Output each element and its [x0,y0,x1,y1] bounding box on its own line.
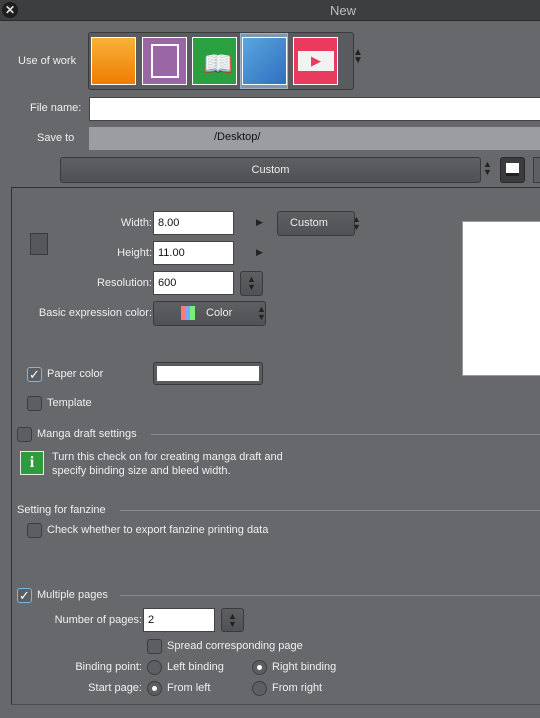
manga-draft-label: Manga draft settings [37,428,137,440]
multiple-pages-checkbox[interactable]: ✓ [17,588,32,603]
delete-preset-button[interactable] [533,157,540,183]
start-page-label: Start page: [88,682,142,694]
multiple-pages-label: Multiple pages [37,589,108,601]
panel-border-left [11,187,12,705]
height-input[interactable]: 11.00 [153,241,234,265]
save-to-field[interactable]: /Desktop/ [89,127,540,150]
right-binding-radio[interactable] [252,660,267,675]
from-right-label: From right [272,682,323,694]
basic-color-dropdown[interactable]: Color [153,301,266,326]
panel-bottom [11,704,540,705]
use-of-work-label: Use of work [18,55,77,67]
preset-value: Custom [251,164,290,176]
window-title: New [330,3,357,18]
width-label: Width: [120,217,152,229]
file-name-input[interactable] [89,97,540,121]
basic-color-value: Color [206,307,233,319]
preset-dropdown[interactable]: Custom [60,157,481,183]
spread-page-checkbox[interactable] [147,639,162,654]
basic-color-spinner-icon[interactable]: ▲ ▼ [257,305,266,322]
canvas-preview [462,221,540,376]
close-button[interactable]: ✕ [2,2,18,18]
comic-icon[interactable] [142,37,187,85]
divider [151,434,540,435]
resolution-input[interactable]: 600 [153,271,234,295]
from-right-radio[interactable] [252,681,267,696]
basic-color-label: Basic expression color: [38,307,152,319]
binding-point-label: Binding point: [75,661,142,673]
right-binding-label: Right binding [272,661,337,673]
unit-preset-spinner-icon[interactable]: ▲ ▼ [352,215,361,232]
unit-preset-dropdown[interactable]: Custom [277,211,355,236]
file-name-label: File name: [30,102,82,114]
manga-info-text: Turn this check on for creating manga dr… [52,451,283,477]
height-unit-arrow-icon[interactable]: ▶ [256,247,263,258]
width-input[interactable]: 8.00 [153,211,234,235]
book-icon[interactable]: 📖 [192,37,237,85]
number-of-pages-input[interactable]: 2 [143,608,215,632]
paper-color-checkbox[interactable]: ✓ [27,367,42,382]
number-of-pages-spinner[interactable]: ▲ ▼ [221,608,244,632]
divider [120,510,540,511]
orientation-button[interactable] [30,233,48,255]
spread-page-label: Spread corresponding page [167,640,303,652]
from-left-label: From left [167,682,211,694]
scroll-arrows-icon[interactable]: ▲ ▼ [353,48,363,66]
template-label: Template [47,397,92,409]
divider [120,595,540,596]
left-binding-label: Left binding [167,661,224,673]
save-to-label: Save to [37,132,75,144]
animation-icon[interactable]: ▶ [293,37,338,85]
fanzine-checkbox[interactable] [27,523,42,538]
illustration-icon[interactable] [91,37,136,85]
panel-border [11,187,540,188]
info-icon: i [20,451,44,475]
number-of-pages-label: Number of pages: [54,614,142,626]
manga-draft-checkbox[interactable] [17,427,32,442]
left-binding-radio[interactable] [147,660,162,675]
color-mode-icon [181,306,195,320]
template-checkbox[interactable] [27,396,42,411]
title-bar: ✕ New [0,0,540,21]
resolution-spinner[interactable]: ▲ ▼ [240,271,263,296]
height-label: Height: [117,247,152,259]
fanzine-label: Check whether to export fanzine printing… [47,524,269,536]
unit-preset-value: Custom [290,217,328,229]
paper-color-swatch[interactable] [153,362,263,385]
paper-color-label: Paper color [47,368,104,380]
from-left-radio[interactable] [147,681,162,696]
width-unit-arrow-icon[interactable]: ▶ [256,217,263,228]
webtoon-icon[interactable] [242,37,287,85]
preset-spinner-icon[interactable]: ▲ ▼ [483,160,492,177]
resolution-label: Resolution: [96,277,152,289]
fanzine-heading: Setting for fanzine [17,504,106,516]
register-preset-button[interactable] [500,157,525,183]
